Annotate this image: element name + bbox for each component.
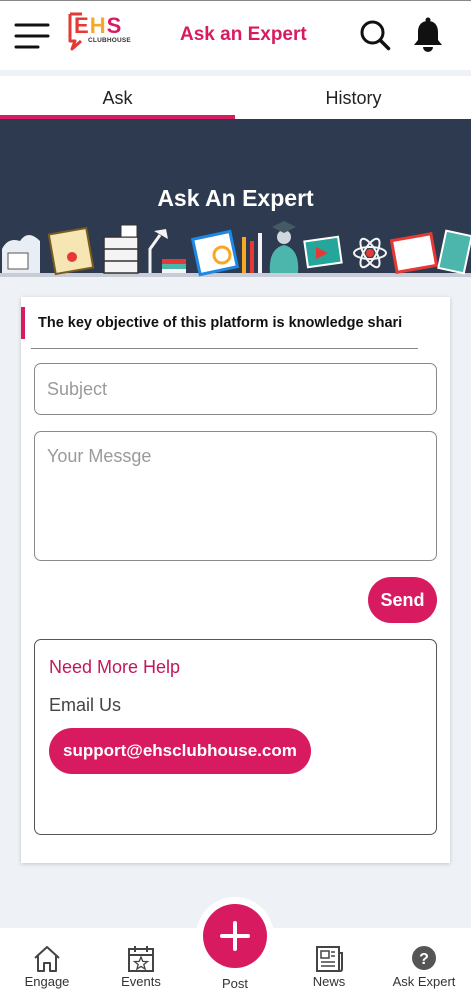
education-illustration: [0, 221, 471, 277]
nav-label-ask-expert: Ask Expert: [392, 974, 456, 989]
tab-history[interactable]: History: [236, 76, 471, 119]
bell-icon[interactable]: [412, 17, 444, 53]
svg-text:?: ?: [419, 951, 429, 968]
nav-label-engage: Engage: [24, 974, 70, 989]
nav-label-news: News: [312, 974, 346, 989]
ehs-logo[interactable]: EHS CLUBHOUSE: [66, 11, 131, 57]
nav-item-ask-expert[interactable]: ? Ask Expert: [377, 928, 471, 1000]
plus-icon: [220, 921, 250, 951]
nav-item-news[interactable]: News: [282, 928, 376, 1000]
tab-ask[interactable]: Ask: [0, 76, 235, 119]
home-icon: [34, 946, 60, 972]
nav-item-events[interactable]: Events: [94, 928, 188, 1000]
logo-text: EHS: [74, 13, 122, 39]
support-email-button[interactable]: support@ehsclubhouse.com: [49, 728, 311, 774]
post-button[interactable]: [203, 904, 267, 968]
app-header: EHS CLUBHOUSE Ask an Expert: [0, 0, 471, 70]
nav-label-events: Events: [121, 974, 161, 989]
nav-item-engage[interactable]: Engage: [0, 928, 94, 1000]
help-title: Need More Help: [49, 657, 181, 677]
search-icon[interactable]: [359, 19, 391, 51]
page-title: Ask an Expert: [180, 24, 307, 45]
logo-letter-e: E: [74, 13, 90, 38]
divider: [31, 348, 418, 349]
nav-label-post: Post: [221, 976, 248, 991]
newspaper-icon: [316, 946, 343, 972]
help-box: Need More Help Email Us support@ehsclubh…: [34, 639, 437, 835]
accent-bar: [21, 307, 25, 339]
hamburger-menu-icon[interactable]: [14, 21, 50, 51]
calendar-star-icon: [128, 946, 154, 972]
tab-bar: Ask History: [0, 76, 471, 119]
ask-expert-card: The key objective of this platform is kn…: [21, 297, 450, 863]
email-us-label: Email Us: [49, 695, 122, 715]
logo-letter-h: H: [89, 13, 107, 38]
logo-subtext: CLUBHOUSE: [88, 37, 131, 44]
hero-banner: Ask An Expert: [0, 119, 471, 277]
banner-title: Ask An Expert: [157, 185, 314, 211]
question-circle-icon: ?: [412, 946, 436, 970]
logo-letter-s: S: [106, 13, 123, 38]
send-button[interactable]: Send: [368, 577, 437, 623]
platform-objective-text: The key objective of this platform is kn…: [38, 315, 403, 331]
subject-input[interactable]: [34, 363, 437, 415]
message-textarea[interactable]: [34, 431, 437, 561]
